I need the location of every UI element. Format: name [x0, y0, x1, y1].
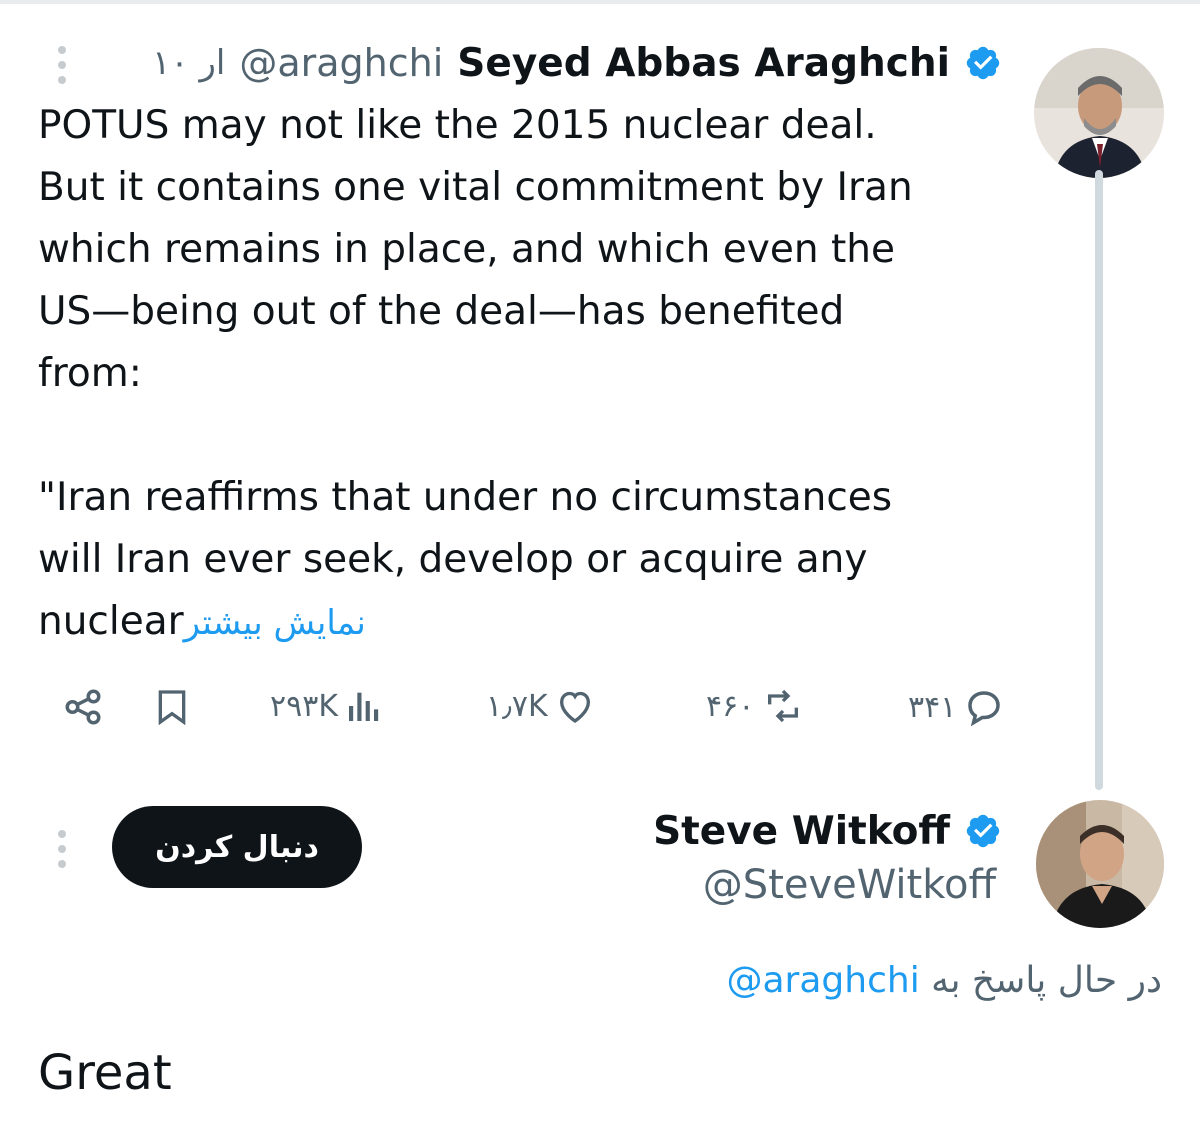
retweets-count: ۴۶۰	[706, 688, 755, 724]
replying-to-mention[interactable]: @araghchi	[727, 960, 920, 1001]
reply-verified-badge-icon	[964, 812, 1002, 850]
retweet-button[interactable]: ۴۶۰	[706, 686, 806, 726]
replying-to-prefix: در حال پاسخ به	[931, 960, 1162, 1001]
replies-count: ۳۴۱	[908, 689, 957, 725]
views-count: ۲۹۳K	[270, 688, 339, 724]
author-handle[interactable]: @araghchi	[239, 41, 443, 85]
tweet-header: ۱۰ ار @araghchi Seyed Abbas Araghchi	[152, 38, 1002, 88]
author-avatar[interactable]	[1034, 48, 1164, 178]
top-divider	[0, 0, 1200, 4]
reply-button[interactable]: ۳۴۱	[908, 686, 1006, 728]
tweet-time: ۱۰ ار	[152, 43, 226, 83]
reply-icon	[962, 686, 1006, 728]
bookmark-icon	[152, 686, 192, 728]
reply-text: Great	[38, 1045, 172, 1101]
share-button[interactable]	[62, 686, 104, 728]
reply-more-options-icon[interactable]	[56, 830, 68, 868]
reply-header: Steve Witkoff	[653, 806, 1002, 856]
share-icon	[62, 686, 104, 728]
heart-icon	[554, 686, 596, 726]
author-name[interactable]: Seyed Abbas Araghchi	[457, 41, 950, 86]
reply-author-avatar[interactable]	[1036, 800, 1164, 928]
like-button[interactable]: ۱٫۷K	[486, 686, 596, 726]
likes-count: ۱٫۷K	[486, 688, 548, 724]
views-button[interactable]: ۲۹۳K	[270, 686, 384, 726]
replying-to-line: در حال پاسخ به @araghchi	[727, 960, 1163, 1001]
tweet-text: POTUS may not like the 2015 nuclear deal…	[38, 95, 1038, 654]
tweet-body: POTUS may not like the 2015 nuclear deal…	[38, 103, 913, 644]
retweet-icon	[760, 686, 806, 726]
show-more-link[interactable]: نمایش بیشتر	[184, 603, 366, 643]
reply-author-handle[interactable]: @SteveWitkoff	[703, 862, 996, 908]
verified-badge-icon	[964, 44, 1002, 82]
follow-button[interactable]: دنبال کردن	[112, 806, 362, 888]
views-icon	[344, 686, 384, 726]
thread-connector-line	[1095, 170, 1103, 790]
bookmark-button[interactable]	[152, 686, 192, 728]
more-options-icon[interactable]	[56, 46, 68, 84]
reply-author-name[interactable]: Steve Witkoff	[653, 809, 950, 854]
